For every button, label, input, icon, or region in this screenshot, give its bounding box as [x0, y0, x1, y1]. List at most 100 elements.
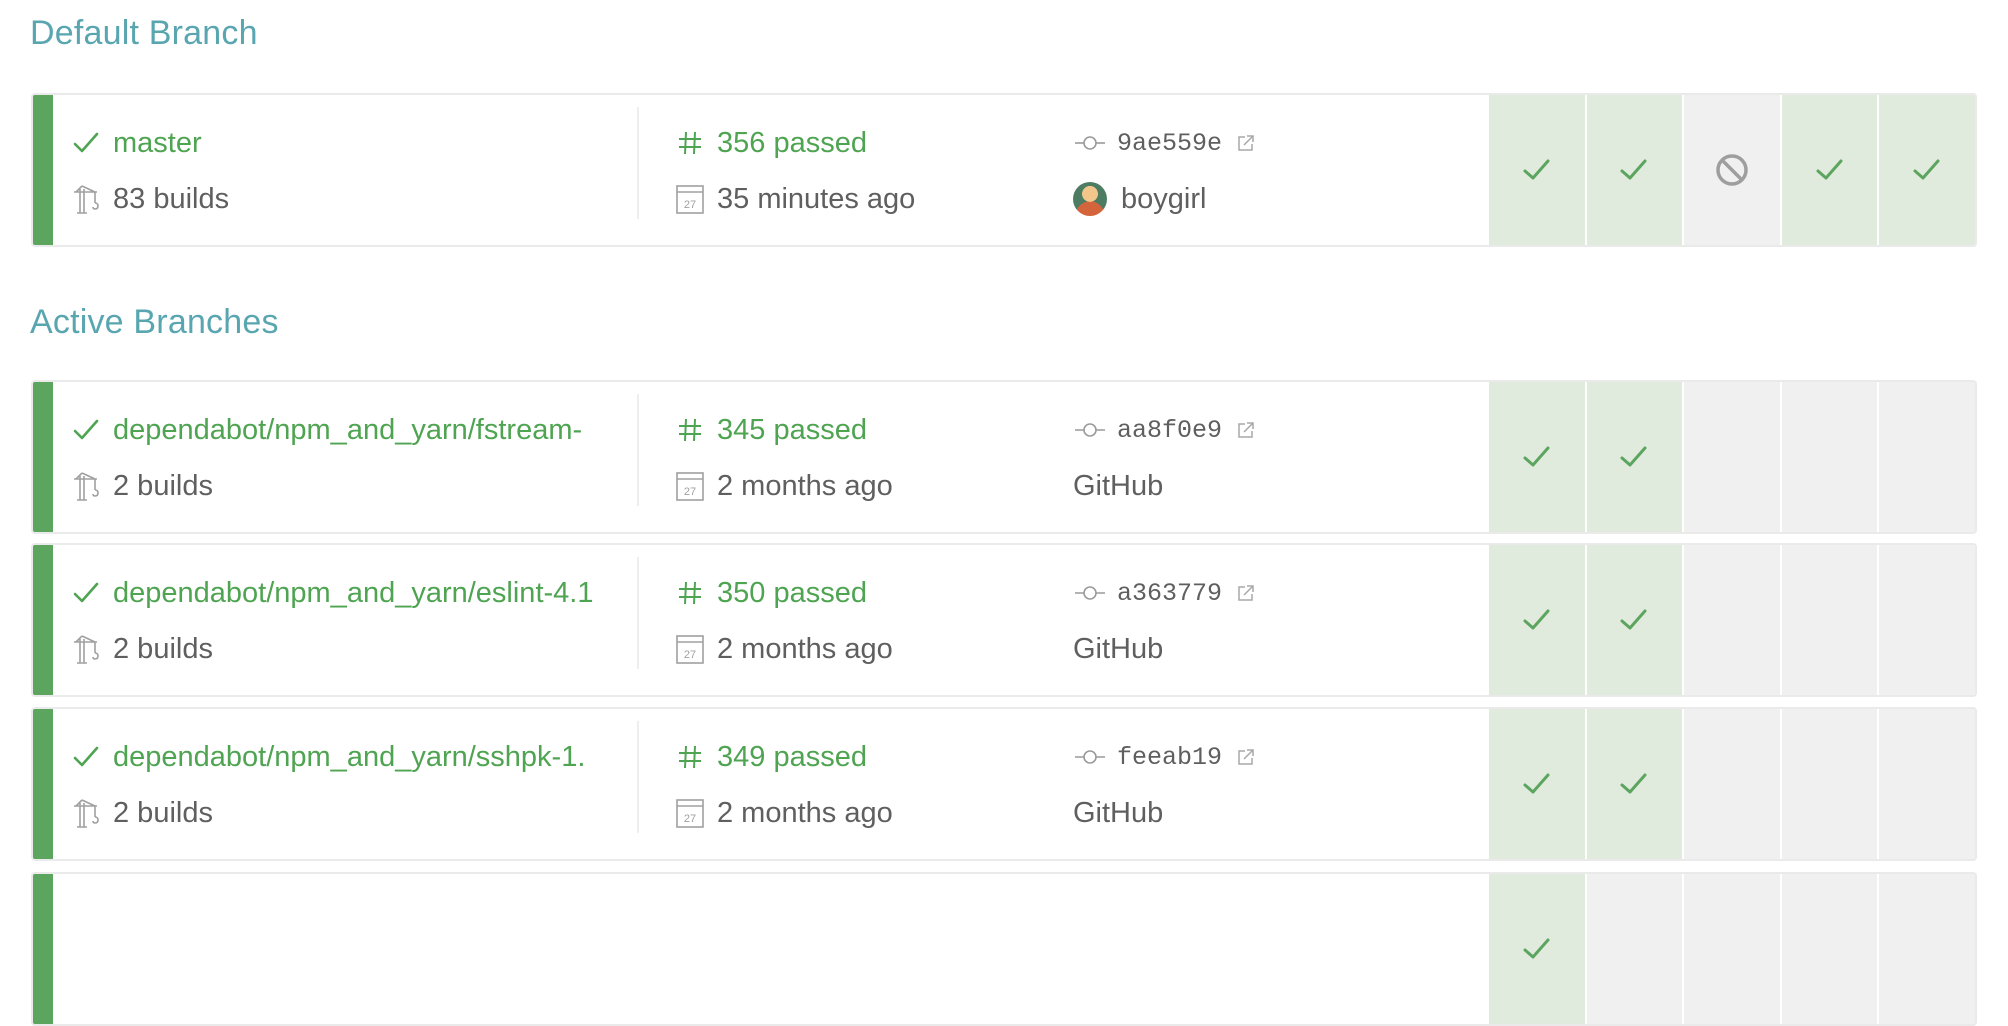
hash-icon — [673, 740, 707, 774]
branch-info: dependabot/npm_and_yarn/sshpk-1. 2 build… — [69, 709, 639, 859]
column-divider — [637, 557, 639, 669]
branch-row[interactable]: dependabot/npm_and_yarn/eslint-4.1 2 bui… — [31, 543, 1977, 697]
builds-count-link[interactable]: 2 builds — [113, 470, 213, 503]
history-cell-passed[interactable] — [1489, 709, 1585, 859]
active-branches-heading: Active Branches — [30, 303, 279, 341]
commit-sha-link[interactable]: 9ae559e — [1117, 129, 1222, 158]
calendar-day: 27 — [684, 486, 696, 498]
build-history — [1489, 382, 1975, 532]
branch-info: master 83 builds — [69, 95, 639, 245]
history-cell-empty — [1586, 874, 1683, 1024]
history-cell-empty — [1879, 709, 1975, 859]
build-history — [1489, 874, 1975, 1024]
history-cell-passed[interactable] — [1489, 95, 1585, 245]
column-divider — [637, 721, 639, 833]
commit-author: GitHub — [1073, 632, 1164, 665]
check-icon — [1620, 609, 1647, 630]
calendar-day: 27 — [684, 649, 696, 661]
hash-icon — [673, 576, 707, 610]
calendar-icon: 27 — [673, 796, 707, 830]
check-icon — [1913, 159, 1940, 180]
commit-info: feeab19 GitHub — [1073, 709, 1473, 859]
history-cell-passed[interactable] — [1489, 382, 1585, 532]
commit-info: 9ae559e boygirl — [1073, 95, 1473, 245]
crane-icon — [69, 469, 103, 503]
build-time: 35 minutes ago — [717, 182, 916, 215]
commit-sha-link[interactable]: feeab19 — [1117, 743, 1222, 772]
external-link-icon[interactable] — [1236, 583, 1256, 603]
commit-sha-link[interactable]: aa8f0e9 — [1117, 416, 1222, 445]
check-icon — [1620, 159, 1647, 180]
check-icon — [69, 413, 103, 447]
branch-row[interactable]: 27 — [31, 872, 1977, 1026]
branch-row[interactable]: master 83 builds 356 passed 27 35 minute… — [31, 93, 1977, 247]
check-icon — [1523, 446, 1550, 467]
branch-name-link[interactable]: master — [113, 127, 202, 160]
commit-info: aa8f0e9 GitHub — [1073, 382, 1473, 532]
commit-icon — [1073, 576, 1107, 610]
external-link-icon[interactable] — [1236, 133, 1256, 153]
history-cell-empty — [1781, 545, 1878, 695]
history-cell-empty — [1684, 382, 1780, 532]
history-cell-canceled[interactable] — [1684, 95, 1780, 245]
branch-name-link[interactable]: dependabot/npm_and_yarn/sshpk-1. — [113, 741, 585, 774]
branch-info: dependabot/npm_and_yarn/fstream- 2 build… — [69, 382, 639, 532]
history-cell-passed[interactable] — [1879, 95, 1975, 245]
build-number-link[interactable]: 349 passed — [717, 741, 867, 774]
canceled-icon — [1716, 154, 1748, 186]
commit-icon — [1073, 126, 1107, 160]
build-history — [1489, 709, 1975, 859]
history-cell-empty — [1781, 874, 1878, 1024]
check-icon — [1523, 159, 1550, 180]
check-icon — [1523, 773, 1550, 794]
history-cell-empty — [1879, 545, 1975, 695]
build-number-link[interactable]: 350 passed — [717, 577, 867, 610]
commit-icon — [1073, 740, 1107, 774]
crane-icon — [69, 182, 103, 216]
history-cell-empty — [1781, 709, 1878, 859]
status-bar — [33, 545, 53, 695]
branch-row[interactable]: dependabot/npm_and_yarn/sshpk-1. 2 build… — [31, 707, 1977, 861]
branch-row[interactable]: dependabot/npm_and_yarn/fstream- 2 build… — [31, 380, 1977, 534]
build-number-link[interactable]: 345 passed — [717, 414, 867, 447]
external-link-icon[interactable] — [1236, 420, 1256, 440]
status-bar — [33, 709, 53, 859]
check-icon — [1523, 938, 1550, 959]
last-build-info: 349 passed 27 2 months ago — [673, 709, 1053, 859]
status-bar — [33, 95, 53, 245]
history-cell-passed[interactable] — [1586, 382, 1683, 532]
last-build-info: 356 passed 27 35 minutes ago — [673, 95, 1053, 245]
history-cell-empty — [1781, 382, 1878, 532]
branch-name-link[interactable]: dependabot/npm_and_yarn/eslint-4.1 — [113, 577, 593, 610]
history-cell-passed[interactable] — [1781, 95, 1878, 245]
builds-count-link[interactable]: 2 builds — [113, 797, 213, 830]
history-cell-passed[interactable] — [1586, 709, 1683, 859]
history-cell-passed[interactable] — [1586, 545, 1683, 695]
check-icon — [1816, 159, 1843, 180]
last-build-info: 345 passed 27 2 months ago — [673, 382, 1053, 532]
check-icon — [1523, 609, 1550, 630]
history-cell-empty — [1879, 874, 1975, 1024]
hash-icon — [673, 413, 707, 447]
history-cell-passed[interactable] — [1489, 874, 1585, 1024]
builds-count-link[interactable]: 83 builds — [113, 183, 229, 216]
commit-author: boygirl — [1121, 182, 1207, 215]
check-icon — [69, 126, 103, 160]
calendar-icon: 27 — [673, 182, 707, 216]
status-bar — [33, 874, 53, 1024]
history-cell-empty — [1879, 382, 1975, 532]
build-history — [1489, 95, 1975, 245]
check-icon — [69, 740, 103, 774]
commit-sha-link[interactable]: a363779 — [1117, 579, 1222, 608]
commit-icon — [1073, 413, 1107, 447]
builds-count-link[interactable]: 2 builds — [113, 633, 213, 666]
hash-icon — [673, 126, 707, 160]
build-time: 2 months ago — [717, 632, 893, 665]
history-cell-passed[interactable] — [1586, 95, 1683, 245]
external-link-icon[interactable] — [1236, 747, 1256, 767]
history-cell-passed[interactable] — [1489, 545, 1585, 695]
crane-icon — [69, 796, 103, 830]
build-number-link[interactable]: 356 passed — [717, 127, 867, 160]
branch-name-link[interactable]: dependabot/npm_and_yarn/fstream- — [113, 414, 582, 447]
calendar-icon: 27 — [673, 469, 707, 503]
